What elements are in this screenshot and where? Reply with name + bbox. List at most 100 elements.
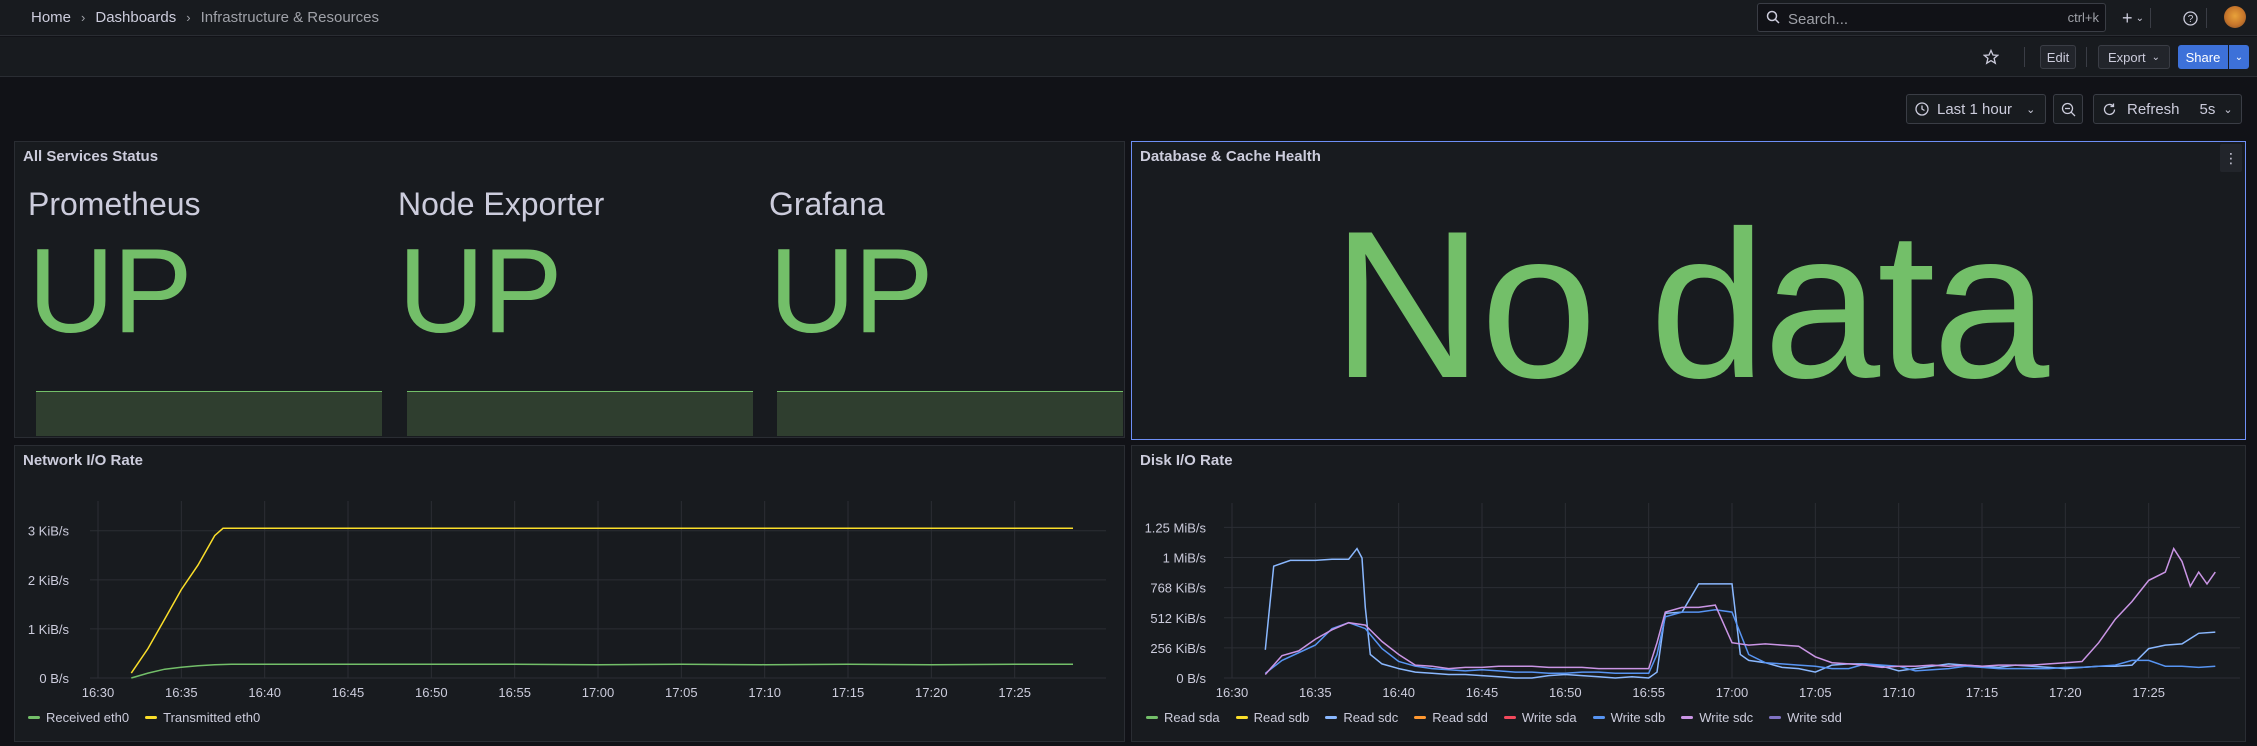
disk-io-chart: 16:30 16:35 16:40 16:45 16:50 16:55 17:00 17:05…	[1145, 503, 2240, 700]
legend-swatch	[1503, 716, 1516, 719]
legend-swatch	[145, 716, 158, 719]
breadcrumb-dashboards[interactable]: Dashboards	[95, 9, 176, 26]
share-menu-button[interactable]: ⌄	[2229, 45, 2249, 69]
legend-item[interactable]: Write sda	[1503, 710, 1577, 725]
legend-item[interactable]: Transmitted eth0	[145, 710, 260, 725]
user-avatar[interactable]	[2224, 6, 2246, 28]
help-icon: ?	[2182, 10, 2198, 26]
clock-icon	[1915, 102, 1929, 116]
x-tick-label: 17:00	[582, 685, 615, 700]
y-tick-label: 1.25 MiB/s	[1145, 520, 1207, 535]
panel-title: Network I/O Rate	[23, 452, 144, 469]
edit-button[interactable]: Edit	[2040, 45, 2076, 69]
panel-title: Disk I/O Rate	[1140, 452, 1233, 469]
disk-legend: Read sda Read sdb Read sdc Read sdd Write sd…	[1146, 710, 1842, 725]
divider	[2024, 47, 2025, 67]
chevron-right-icon: ›	[186, 10, 191, 25]
legend-item[interactable]: Write sdc	[1681, 710, 1753, 725]
refresh-interval[interactable]: 5s	[2200, 101, 2216, 118]
stat-name: Prometheus	[28, 186, 201, 222]
series-line	[1264, 547, 2216, 679]
y-tick-label: 0 B/s	[39, 671, 69, 686]
legend-swatch	[1769, 716, 1782, 719]
y-tick-label: 2 KiB/s	[28, 573, 70, 588]
x-tick-label: 17:15	[832, 685, 865, 700]
legend-item[interactable]: Write sdd	[1769, 710, 1842, 725]
network-io-chart: 16:30 16:35 16:40 16:45 16:50 16:55 17:00 17:05…	[28, 501, 1106, 700]
x-tick-label: 17:20	[915, 685, 948, 700]
legend-label: Transmitted eth0	[163, 710, 261, 725]
legend-item[interactable]: Received eth0	[28, 710, 129, 725]
network-legend: Received eth0 Transmitted eth0	[28, 710, 260, 725]
stat-prometheus: Prometheus UP	[28, 186, 201, 351]
refresh-picker[interactable]: Refresh 5s ⌄	[2093, 94, 2242, 124]
search-box[interactable]: ctrl+k	[1757, 3, 2106, 32]
x-tick-label: 17:05	[665, 685, 698, 700]
x-tick-label: 17:15	[1966, 685, 1999, 700]
panel-menu-button[interactable]: ⋮	[2220, 144, 2242, 172]
stat-name: Node Exporter	[398, 186, 605, 222]
y-tick-label: 256 KiB/s	[1150, 641, 1206, 656]
x-tick-label: 17:00	[1716, 685, 1749, 700]
share-button[interactable]: Share	[2178, 45, 2228, 69]
legend-item[interactable]: Write sdb	[1592, 710, 1665, 725]
export-button[interactable]: Export ⌄	[2098, 45, 2170, 69]
legend-label: Write sdc	[1699, 710, 1754, 725]
stat-value: UP	[769, 224, 934, 358]
chevron-down-icon: ⌄	[2151, 51, 2160, 63]
y-tick-label: 0 B/s	[1176, 671, 1206, 686]
chevron-down-icon: ⌄	[2223, 103, 2233, 116]
more-vertical-icon: ⋮	[2224, 149, 2238, 166]
x-tick-label: 17:05	[1799, 685, 1832, 700]
zoom-out-icon	[2061, 102, 2075, 116]
chevron-right-icon: ›	[81, 10, 86, 25]
sparkline-node-exporter	[407, 391, 753, 436]
legend-label: Write sdd	[1787, 710, 1842, 725]
legend-label: Received eth0	[46, 710, 130, 725]
legend-item[interactable]: Read sdb	[1235, 710, 1310, 725]
series-line	[1264, 546, 2216, 675]
x-tick-label: 17:10	[748, 685, 781, 700]
refresh-label: Refresh	[2127, 100, 2180, 118]
chevron-down-icon: ⌄	[2026, 103, 2036, 116]
x-tick-label: 16:55	[1632, 685, 1665, 700]
legend-item[interactable]: Read sdd	[1414, 710, 1488, 725]
no-data-message: No data	[1331, 187, 2050, 422]
breadcrumb-home[interactable]: Home	[31, 9, 71, 26]
x-tick-label: 17:25	[2132, 685, 2165, 700]
chevron-down-icon: ⌄	[2234, 51, 2244, 63]
stat-name: Grafana	[769, 186, 885, 222]
chevron-down-icon: ⌄	[2135, 12, 2144, 24]
y-tick-label: 1 MiB/s	[1163, 551, 1207, 566]
x-tick-label: 16:30	[82, 685, 115, 700]
legend-item[interactable]: Read sdc	[1325, 710, 1398, 725]
stat-node-exporter: Node Exporter UP	[398, 186, 604, 351]
legend-label: Read sdc	[1343, 710, 1399, 725]
breadcrumb-current: Infrastructure & Resources	[200, 9, 379, 26]
time-range-label: Last 1 hour	[1937, 100, 2013, 118]
add-menu-button[interactable]: + ⌄	[2118, 8, 2148, 28]
y-tick-label: 1 KiB/s	[28, 622, 70, 637]
dashboard-toolbar: Edit Export ⌄ Share ⌄	[0, 37, 2257, 77]
refresh-icon	[2103, 103, 2116, 115]
x-tick-label: 17:10	[1882, 685, 1915, 700]
help-button[interactable]: ?	[2180, 8, 2200, 28]
sparkline-grafana	[777, 391, 1123, 436]
x-tick-label: 17:25	[998, 685, 1031, 700]
divider	[2206, 8, 2207, 28]
legend-label: Read sdb	[1253, 710, 1310, 725]
x-tick-label: 16:40	[1382, 685, 1415, 700]
x-tick-label: 17:20	[2049, 685, 2082, 700]
y-tick-label: 3 KiB/s	[28, 524, 70, 539]
x-tick-label: 16:50	[1549, 685, 1582, 700]
panel-title: All Services Status	[23, 148, 159, 165]
x-tick-label: 16:30	[1216, 685, 1249, 700]
zoom-out-button[interactable]	[2053, 94, 2083, 124]
x-tick-label: 16:45	[332, 685, 365, 700]
stat-grafana: Grafana UP	[769, 186, 934, 358]
y-tick-label: 512 KiB/s	[1150, 611, 1206, 626]
time-range-picker[interactable]: Last 1 hour ⌄	[1906, 94, 2046, 124]
search-input[interactable]	[1786, 8, 2050, 30]
legend-item[interactable]: Read sda	[1146, 710, 1220, 725]
star-button[interactable]	[1980, 46, 2002, 68]
